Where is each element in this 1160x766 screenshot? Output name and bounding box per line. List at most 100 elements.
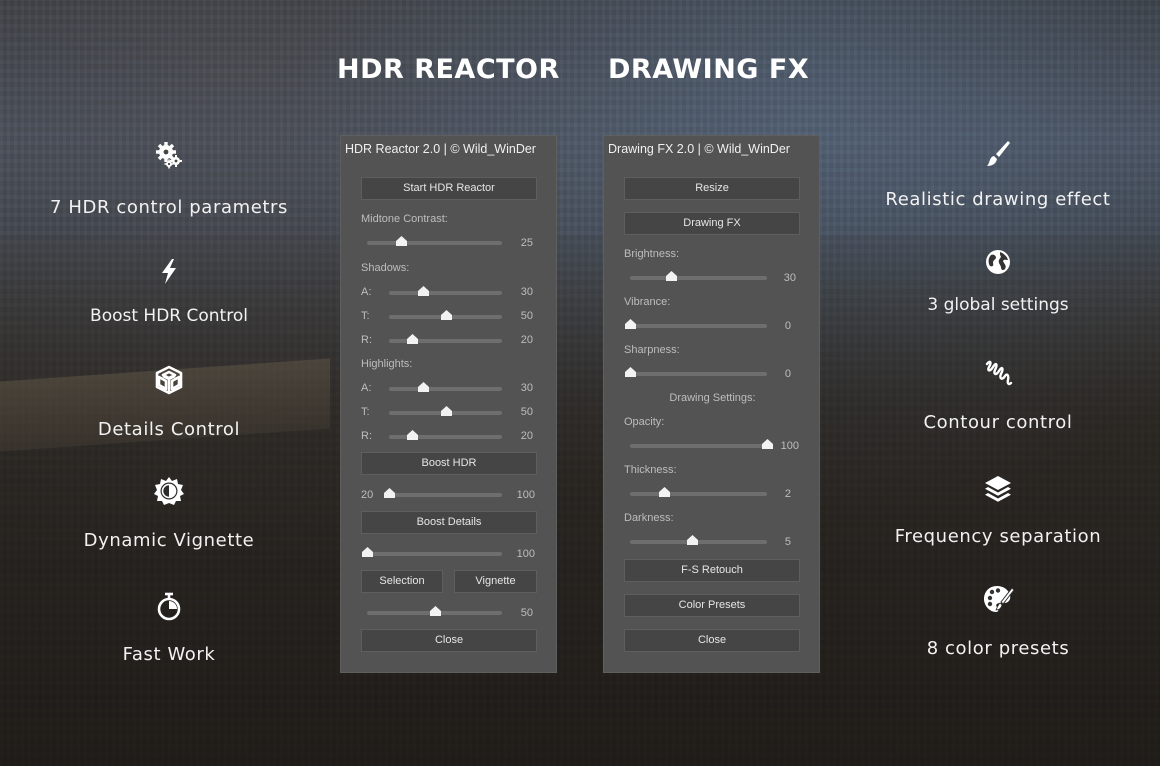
feature-label: Boost HDR Control (90, 306, 248, 326)
slider-thumb[interactable] (666, 271, 678, 281)
darkness-slider[interactable] (630, 535, 767, 545)
vibrance-value: 0 (784, 320, 791, 332)
slider-thumb[interactable] (362, 547, 373, 557)
shadows-a-slider[interactable] (389, 286, 502, 296)
layers-icon (981, 472, 1015, 506)
paintbrush-icon (981, 137, 1015, 171)
cube-icon (152, 363, 186, 397)
feature-label: Contour control (923, 412, 1073, 433)
slider-thumb[interactable] (429, 606, 441, 616)
gears-icon (152, 139, 186, 173)
sharpness-label: Sharpness: (624, 344, 680, 356)
shadows-r-value: 20 (520, 334, 533, 346)
highlights-t-value: 50 (520, 406, 533, 418)
slider-thumb[interactable] (440, 310, 452, 320)
details-slider[interactable] (362, 547, 502, 557)
feature-hdr-parameters: 7 HDR control parametrs (19, 139, 319, 218)
highlights-r-value: 20 (520, 430, 533, 442)
slider-thumb[interactable] (417, 286, 429, 296)
brightness-slider[interactable] (630, 271, 767, 281)
slider-thumb[interactable] (625, 367, 636, 377)
midtone-contrast-slider[interactable] (367, 236, 502, 246)
slider-thumb[interactable] (686, 535, 698, 545)
feature-label: Realistic drawing effect (885, 189, 1111, 210)
shadows-t-value: 50 (520, 310, 533, 322)
close-button[interactable]: Close (624, 629, 800, 652)
shadows-a-value: 30 (520, 286, 533, 298)
vibrance-label: Vibrance: (624, 296, 671, 308)
drawing-fx-button[interactable]: Drawing FX (624, 212, 800, 235)
thickness-label: Thickness: (624, 464, 677, 476)
resize-button[interactable]: Resize (624, 177, 800, 200)
fs-retouch-button[interactable]: F-S Retouch (624, 559, 800, 582)
highlights-label: Highlights: (361, 358, 413, 370)
drawing-fx-panel: Drawing FX 2.0 | © Wild_WinDer Resize Dr… (603, 135, 820, 673)
drawing-settings-heading: Drawing Settings: (669, 392, 756, 404)
hdr-reactor-panel: HDR Reactor 2.0 | © Wild_WinDer Start HD… (340, 135, 557, 673)
midtone-contrast-label: Midtone Contrast: (361, 213, 448, 225)
opacity-slider[interactable] (630, 439, 773, 449)
highlights-r-label: R: (361, 430, 372, 442)
slider-thumb[interactable] (659, 487, 671, 497)
feature-label: Details Control (97, 419, 241, 440)
panel-title: Drawing FX 2.0 | © Wild_WinDer (608, 142, 790, 156)
slider-thumb[interactable] (384, 488, 395, 498)
start-hdr-reactor-button[interactable]: Start HDR Reactor (361, 177, 537, 200)
darkness-label: Darkness: (624, 512, 674, 524)
slider-thumb[interactable] (406, 334, 418, 344)
slider-thumb[interactable] (406, 430, 418, 440)
feature-frequency-separation: Frequency separation (848, 472, 1148, 547)
color-presets-button[interactable]: Color Presets (624, 594, 800, 617)
slider-thumb[interactable] (440, 406, 452, 416)
boost-range-min: 20 (361, 489, 374, 501)
close-button[interactable]: Close (361, 629, 537, 652)
feature-label: Frequency separation (894, 526, 1102, 547)
slider-thumb[interactable] (417, 382, 429, 392)
vignette-slider[interactable] (367, 606, 502, 616)
shadows-r-label: R: (361, 334, 372, 346)
shadows-label: Shadows: (361, 262, 410, 274)
boost-range-max: 100 (516, 489, 535, 501)
feature-dynamic-vignette: Dynamic Vignette (19, 474, 319, 551)
shadows-t-slider[interactable] (389, 310, 502, 320)
midtone-contrast-value: 25 (520, 237, 533, 249)
hdr-reactor-heading: HDR REACTOR (337, 54, 560, 85)
scribble-icon (981, 356, 1015, 390)
highlights-a-label: A: (361, 382, 372, 394)
vignette-value: 50 (520, 607, 533, 619)
boost-details-button[interactable]: Boost Details (361, 511, 537, 534)
details-value: 100 (516, 548, 535, 560)
slider-thumb[interactable] (625, 319, 636, 329)
feature-label: Fast Work (122, 644, 216, 665)
feature-label: 7 HDR control parametrs (49, 197, 289, 218)
highlights-t-label: T: (361, 406, 370, 418)
sharpness-slider[interactable] (625, 367, 767, 377)
feature-global-settings: 3 global settings (848, 245, 1148, 315)
highlights-a-slider[interactable] (389, 382, 502, 392)
stopwatch-icon (152, 590, 186, 624)
shadows-r-slider[interactable] (389, 334, 502, 344)
slider-thumb[interactable] (395, 236, 407, 246)
boost-hdr-slider[interactable] (384, 488, 502, 498)
brightness-label: Brightness: (624, 248, 680, 260)
feature-label: Dynamic Vignette (83, 530, 255, 551)
contrast-sun-icon (152, 474, 186, 508)
opacity-label: Opacity: (624, 416, 665, 428)
palette-icon (981, 582, 1015, 616)
vibrance-slider[interactable] (625, 319, 767, 329)
lightning-icon (152, 254, 186, 288)
panel-title: HDR Reactor 2.0 | © Wild_WinDer (345, 142, 536, 156)
feature-color-presets: 8 color presets (848, 582, 1148, 659)
highlights-r-slider[interactable] (389, 430, 502, 440)
highlights-t-slider[interactable] (389, 406, 502, 416)
shadows-a-label: A: (361, 286, 372, 298)
feature-fast-work: Fast Work (19, 590, 319, 665)
boost-hdr-button[interactable]: Boost HDR (361, 452, 537, 475)
feature-contour-control: Contour control (848, 356, 1148, 433)
feature-boost-hdr: Boost HDR Control (19, 254, 319, 326)
darkness-value: 5 (784, 536, 791, 548)
selection-button[interactable]: Selection (361, 570, 443, 593)
vignette-button[interactable]: Vignette (454, 570, 537, 593)
feature-label: 8 color presets (926, 638, 1070, 659)
thickness-slider[interactable] (630, 487, 767, 497)
